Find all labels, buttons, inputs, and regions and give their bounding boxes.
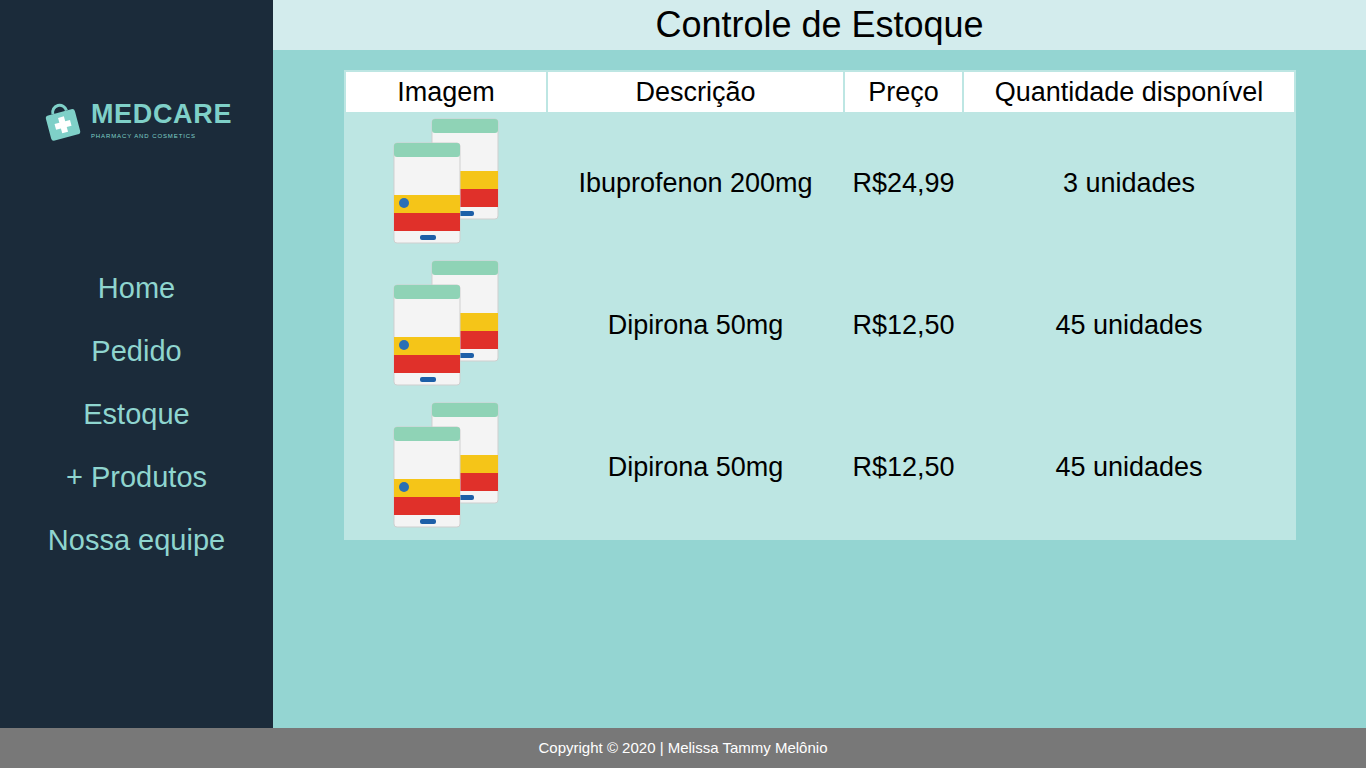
- table-row: Dipirona 50mgR$12,5045 unidades: [346, 396, 1294, 538]
- sidebar-nav: Home Pedido Estoque + Produtos Nossa equipe: [48, 266, 225, 563]
- product-image-icon: [388, 117, 504, 249]
- sidebar-item[interactable]: Pedido: [91, 329, 181, 374]
- page-title: Controle de Estoque: [655, 7, 983, 43]
- sidebar-item[interactable]: + Produtos: [66, 455, 207, 500]
- sidebar-item[interactable]: Estoque: [83, 392, 189, 437]
- price-cell: R$24,99: [845, 163, 962, 204]
- footer: Copyright © 2020 | Melissa Tammy Melônio: [0, 728, 1366, 768]
- brand-name: MEDCARE: [91, 101, 232, 128]
- brand-tagline: PHARMACY AND COSMETICS: [91, 132, 232, 141]
- main-content: Controle de Estoque ImagemDescriçãoPreçoQ…: [273, 0, 1366, 728]
- page: MEDCARE PHARMACY AND COSMETICS Home Pedido E…: [0, 0, 1366, 768]
- image-cell: [346, 117, 546, 249]
- image-cell: [346, 401, 546, 533]
- product-image-icon: [388, 401, 504, 533]
- column-header: Preço: [845, 72, 962, 112]
- column-header: Descrição: [548, 72, 843, 112]
- column-header: Imagem: [346, 72, 546, 112]
- brand-logo[interactable]: MEDCARE PHARMACY AND COSMETICS: [41, 100, 232, 142]
- sidebar-item[interactable]: Home: [98, 266, 175, 311]
- price-cell: R$12,50: [845, 305, 962, 346]
- quantity-cell: 45 unidades: [964, 447, 1294, 488]
- copyright-text: Copyright © 2020 | Melissa Tammy Melônio: [539, 737, 828, 760]
- quantity-cell: 3 unidades: [964, 163, 1294, 204]
- page-header: Controle de Estoque: [273, 0, 1366, 50]
- sidebar-item[interactable]: Nossa equipe: [48, 518, 225, 563]
- price-cell: R$12,50: [845, 447, 962, 488]
- stock-table: ImagemDescriçãoPreçoQuantidade disponíve…: [344, 70, 1296, 540]
- quantity-cell: 45 unidades: [964, 305, 1294, 346]
- description-cell: Dipirona 50mg: [548, 447, 843, 488]
- product-image-icon: [388, 259, 504, 391]
- table-header: ImagemDescriçãoPreçoQuantidade disponíve…: [346, 72, 1294, 112]
- table-row: Dipirona 50mgR$12,5045 unidades: [346, 254, 1294, 396]
- description-cell: Ibuprofenon 200mg: [548, 163, 843, 204]
- sidebar: MEDCARE PHARMACY AND COSMETICS Home Pedido E…: [0, 0, 273, 728]
- medcare-bag-icon: [41, 100, 83, 142]
- description-cell: Dipirona 50mg: [548, 305, 843, 346]
- table-row: Ibuprofenon 200mgR$24,993 unidades: [346, 112, 1294, 254]
- column-header: Quantidade disponível: [964, 72, 1294, 112]
- image-cell: [346, 259, 546, 391]
